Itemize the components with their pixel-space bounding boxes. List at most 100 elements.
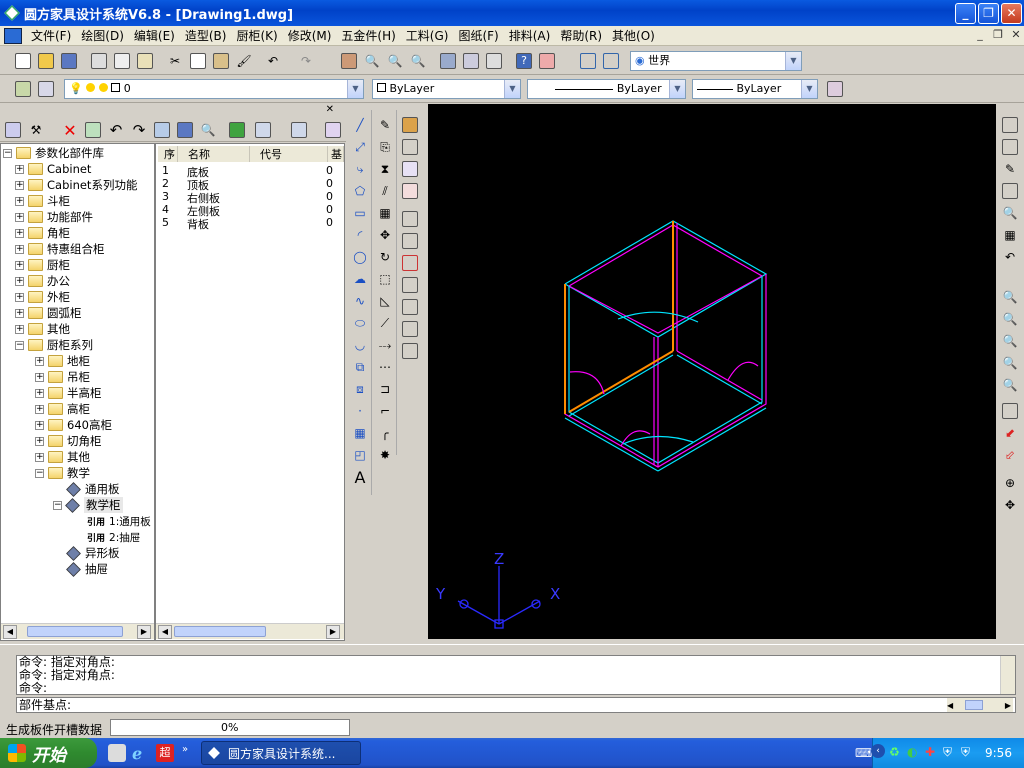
zoom-search-icon[interactable]: 🔍 — [999, 202, 1021, 224]
erase-icon[interactable]: ✎ — [374, 114, 396, 136]
trim-icon[interactable]: ⟋ — [374, 312, 396, 334]
paste-icon[interactable] — [210, 50, 232, 72]
tree-ref-2[interactable]: 引用 2:抽屉 — [87, 529, 140, 545]
zoom-out-icon[interactable]: 🔍 — [999, 308, 1021, 330]
tree-item-cabinet-series[interactable]: + Cabinet系列功能 — [15, 177, 137, 193]
curve-board-icon[interactable] — [399, 340, 421, 362]
tree-part-shaped-board[interactable]: 异形板 — [66, 545, 120, 561]
fillet-icon[interactable]: ╭ — [374, 422, 396, 444]
tree-item-arc[interactable]: + 圆弧柜 — [15, 305, 82, 321]
network-icon[interactable]: ♻ — [889, 745, 900, 759]
tool-palette-icon[interactable] — [483, 50, 505, 72]
keyboard-icon[interactable]: ⌨ — [855, 746, 872, 760]
zoom-previous-icon[interactable]: 🔍 — [407, 50, 429, 72]
ie-icon[interactable]: ℯ — [132, 744, 150, 763]
copy-icon[interactable] — [187, 50, 209, 72]
zoom-window-icon[interactable]: 🔍 — [384, 50, 406, 72]
door-icon[interactable] — [399, 230, 421, 252]
line-icon[interactable]: ╱ — [349, 114, 371, 136]
col-header-base[interactable]: 基 — [328, 146, 344, 162]
tree-sub-teaching[interactable]: − 教学 — [35, 465, 90, 481]
tree-sub-half-tall[interactable]: + 半高柜 — [35, 385, 102, 401]
tree-sub-wall[interactable]: + 吊柜 — [35, 369, 90, 385]
tree-sub-other[interactable]: + 其他 — [35, 449, 90, 465]
delete-icon[interactable]: ✕ — [59, 119, 81, 141]
circle-icon[interactable]: ◯ — [349, 246, 371, 268]
tree-part-drawer[interactable]: 抽屉 — [66, 561, 108, 577]
join-icon[interactable]: ⊐ — [374, 378, 396, 400]
menu-help[interactable]: 帮助(R) — [555, 27, 607, 44]
tree-item-kitchen[interactable]: + 厨柜 — [15, 257, 70, 273]
publish-icon[interactable] — [134, 50, 156, 72]
pan-icon[interactable] — [338, 50, 360, 72]
print-icon[interactable] — [88, 50, 110, 72]
ucs-origin-icon[interactable] — [600, 50, 622, 72]
red-corner-icon[interactable]: ⬃ — [999, 444, 1021, 466]
scroll-left-icon[interactable]: ◀ — [3, 625, 17, 639]
offset-icon[interactable]: ⫽ — [374, 180, 396, 202]
preview-icon[interactable] — [111, 50, 133, 72]
pan-icon[interactable]: ✥ — [999, 494, 1021, 516]
command-input[interactable]: 部件基点: ◀ ▶ — [16, 697, 1016, 713]
table-hscroll[interactable]: ◀ ▶ — [156, 623, 344, 639]
menu-hardware[interactable]: 五金件(H) — [336, 27, 400, 44]
menu-edit[interactable]: 编辑(E) — [129, 27, 180, 44]
panel-icon[interactable] — [399, 274, 421, 296]
save-icon[interactable] — [174, 119, 196, 141]
menu-drawing[interactable]: 图纸(F) — [453, 27, 503, 44]
tree-item-kitchen-series[interactable]: − 厨柜系列 — [15, 337, 93, 353]
red-arrow-icon[interactable]: ⬋ — [999, 422, 1021, 444]
help-icon[interactable]: ? — [513, 50, 535, 72]
tree-sub-chamfer[interactable]: + 切角柜 — [35, 433, 102, 449]
region-icon[interactable]: ◰ — [349, 444, 371, 466]
tree-item-function[interactable]: + 功能部件 — [15, 209, 93, 225]
linetype-combo[interactable]: ByLayer ▼ — [527, 79, 686, 99]
open-icon[interactable] — [35, 50, 57, 72]
scroll-thumb[interactable] — [27, 626, 123, 637]
cube-icon[interactable] — [399, 296, 421, 318]
make-block-icon[interactable]: ⧈ — [349, 378, 371, 400]
box-group-icon[interactable] — [399, 180, 421, 202]
tree-ref-1[interactable]: 引用 1:通用板 — [87, 513, 151, 529]
undo-icon[interactable]: ↶ — [105, 119, 127, 141]
menu-nesting[interactable]: 排料(A) — [504, 27, 556, 44]
layout-icon[interactable] — [999, 400, 1021, 422]
board-icon[interactable] — [399, 114, 421, 136]
menu-modify[interactable]: 修改(M) — [283, 27, 337, 44]
taskbar-window-button[interactable]: 圆方家具设计系统... — [201, 741, 361, 765]
menu-other[interactable]: 其他(O) — [607, 27, 660, 44]
design-center-icon[interactable] — [460, 50, 482, 72]
undo-view-icon[interactable]: ↶ — [999, 246, 1021, 268]
command-hscroll[interactable]: ◀ ▶ — [947, 698, 1013, 712]
scroll-left-icon[interactable]: ◀ — [158, 625, 172, 639]
ellipse-arc-icon[interactable]: ◡ — [349, 334, 371, 356]
view-options-icon[interactable] — [252, 119, 274, 141]
cut-icon[interactable]: ✂ — [164, 50, 186, 72]
text-icon[interactable]: A — [349, 466, 371, 488]
mdi-restore-button[interactable]: ❐ — [990, 28, 1006, 43]
tree-sub-base[interactable]: + 地柜 — [35, 353, 90, 369]
box-split-icon[interactable] — [399, 158, 421, 180]
save-icon[interactable] — [58, 50, 80, 72]
point-icon[interactable]: · — [349, 400, 371, 422]
scroll-thumb[interactable] — [174, 626, 266, 637]
layer-manager-icon[interactable] — [12, 78, 34, 100]
section-icon[interactable] — [399, 208, 421, 230]
copy-object-icon[interactable]: ⎘ — [374, 136, 396, 158]
tree-sub-tall[interactable]: + 高柜 — [35, 401, 90, 417]
ucs-combo[interactable]: ◉ 世界 ▼ — [630, 51, 802, 71]
pencil-icon[interactable]: ✎ — [999, 158, 1021, 180]
menu-model[interactable]: 造型(B) — [180, 27, 232, 44]
lineweight-combo[interactable]: ByLayer ▼ — [692, 79, 818, 99]
array-icon[interactable]: ▦ — [374, 202, 396, 224]
redo-icon[interactable]: ↷ — [128, 119, 150, 141]
mdi-close-button[interactable]: ✕ — [1008, 28, 1024, 43]
box-icon[interactable] — [399, 136, 421, 158]
camera-icon[interactable] — [999, 180, 1021, 202]
rotate-icon[interactable]: ↻ — [374, 246, 396, 268]
orbit-icon[interactable]: ⊕ — [999, 472, 1021, 494]
extra-tool-icon[interactable] — [536, 50, 558, 72]
menu-material[interactable]: 工料(G) — [401, 27, 454, 44]
panel-close-icon[interactable]: ✕ — [326, 104, 334, 115]
new-icon[interactable] — [12, 50, 34, 72]
